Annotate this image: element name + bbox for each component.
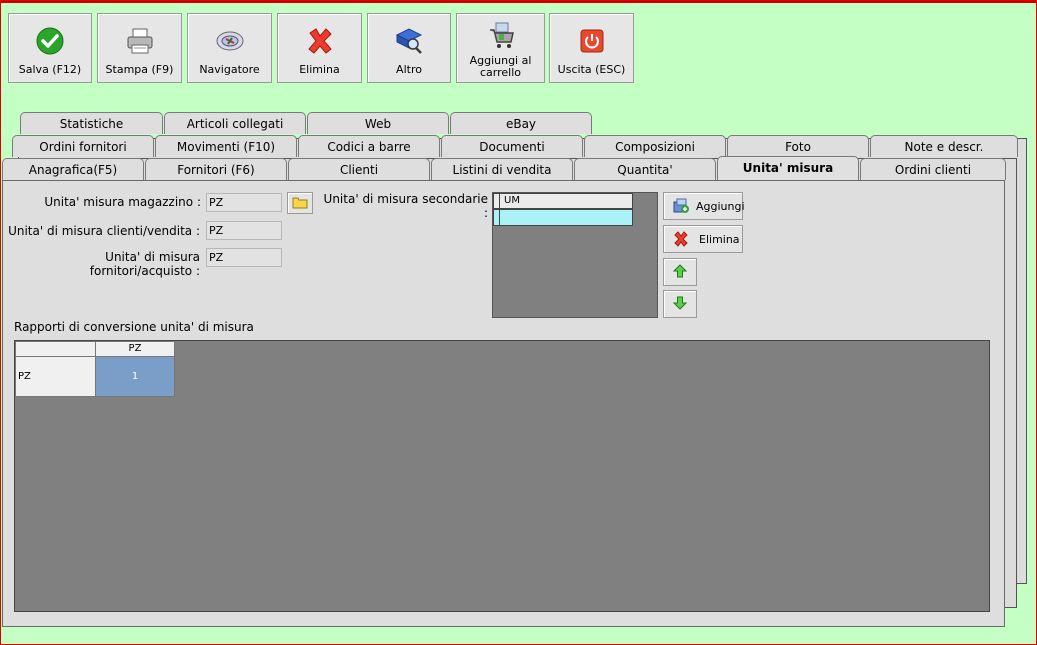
more-button-label: Altro <box>396 63 422 76</box>
tab-codici-a-barre[interactable]: Codici a barre <box>298 135 440 157</box>
grid-col-header: PZ <box>95 341 175 357</box>
um-fornitori-label: Unita' di misura fornitori/acquisto : <box>89 250 200 278</box>
tab-clienti[interactable]: Clienti <box>288 158 430 180</box>
elimina-button[interactable]: Elimina <box>663 225 743 253</box>
add-to-cart-button[interactable]: Aggiungi al carrello <box>456 13 545 83</box>
grid-value-cell[interactable]: 1 <box>95 356 175 397</box>
um-magazzino-field[interactable]: PZ <box>206 193 282 212</box>
tab-ebay[interactable]: eBay <box>450 112 592 134</box>
move-up-button[interactable] <box>663 258 697 286</box>
secondary-um-header: UM <box>493 193 633 209</box>
browse-um-button[interactable] <box>287 192 313 214</box>
add-to-cart-label: Aggiungi al carrello <box>469 54 532 79</box>
print-button[interactable]: Stampa (F9) <box>97 13 182 83</box>
um-magazzino-label: Unita' misura magazzino : <box>44 195 201 209</box>
um-clienti-label: Unita' di misura clienti/vendita : <box>8 224 200 238</box>
tab-note-e-descr[interactable]: Note e descr. <box>870 135 1018 157</box>
tab-movimenti[interactable]: Movimenti (F10) <box>155 135 297 157</box>
tab-articoli-collegati[interactable]: Articoli collegati <box>164 112 306 134</box>
secondary-um-grid[interactable]: UM <box>492 192 658 318</box>
tab-fornitori[interactable]: Fornitori (F6) <box>145 158 287 180</box>
elimina-label: Elimina <box>699 232 740 246</box>
conversion-grid[interactable]: PZ PZ 1 <box>14 340 990 612</box>
tab-listini-di-vendita[interactable]: Listini di vendita <box>431 158 573 180</box>
aggiungi-label: Aggiungi <box>696 199 745 213</box>
conversion-title: Rapporti di conversione unita' di misura <box>14 320 254 334</box>
add-icon <box>672 198 690 214</box>
compass-icon <box>215 26 245 56</box>
arrow-up-icon <box>672 263 688 281</box>
window-top-border <box>1 1 1036 3</box>
grid-row-header: PZ <box>15 356 96 397</box>
um-fornitori-field[interactable]: PZ <box>206 248 282 267</box>
save-button-label: Salva (F12) <box>18 63 82 76</box>
printer-icon <box>125 26 155 56</box>
red-x-icon <box>305 26 335 56</box>
folder-icon <box>292 195 308 212</box>
navigator-button-label: Navigatore <box>199 63 260 76</box>
move-down-button[interactable] <box>663 290 697 318</box>
tab-anagrafica[interactable]: Anagrafica(F5) <box>2 158 144 180</box>
tab-ordini-fornitori[interactable]: Ordini fornitori <box>12 135 154 157</box>
grid-corner <box>15 341 96 357</box>
delete-button[interactable]: Elimina <box>277 13 362 83</box>
cart-icon <box>486 20 516 50</box>
tab-statistiche[interactable]: Statistiche <box>20 112 163 134</box>
more-button[interactable]: Altro <box>367 13 451 83</box>
arrow-down-icon <box>672 296 688 313</box>
tab-unita-misura[interactable]: Unita' misura <box>717 156 859 180</box>
tab-composizioni[interactable]: Composizioni <box>584 135 726 157</box>
um-clienti-field[interactable]: PZ <box>206 221 282 240</box>
checkmark-icon <box>35 26 65 56</box>
secondary-um-row[interactable] <box>493 209 633 226</box>
aggiungi-button[interactable]: Aggiungi <box>663 192 745 220</box>
power-icon <box>577 26 607 56</box>
tab-web[interactable]: Web <box>307 112 449 134</box>
tab-quantita[interactable]: Quantita' <box>574 158 716 180</box>
row-indicator <box>499 193 500 226</box>
tab-ordini-clienti[interactable]: Ordini clienti <box>860 158 1006 180</box>
navigator-button[interactable]: Navigatore <box>187 13 272 83</box>
red-x-small-icon <box>673 231 689 247</box>
book-search-icon <box>394 26 424 56</box>
tab-documenti[interactable]: Documenti <box>441 135 583 157</box>
tab-foto[interactable]: Foto <box>727 135 869 157</box>
save-button[interactable]: Salva (F12) <box>8 13 92 83</box>
exit-button[interactable]: Uscita (ESC) <box>549 13 634 83</box>
exit-button-label: Uscita (ESC) <box>557 63 626 76</box>
delete-button-label: Elimina <box>299 63 340 76</box>
secondarie-label: Unita' di misura secondarie : <box>323 192 488 220</box>
print-button-label: Stampa (F9) <box>105 63 174 76</box>
